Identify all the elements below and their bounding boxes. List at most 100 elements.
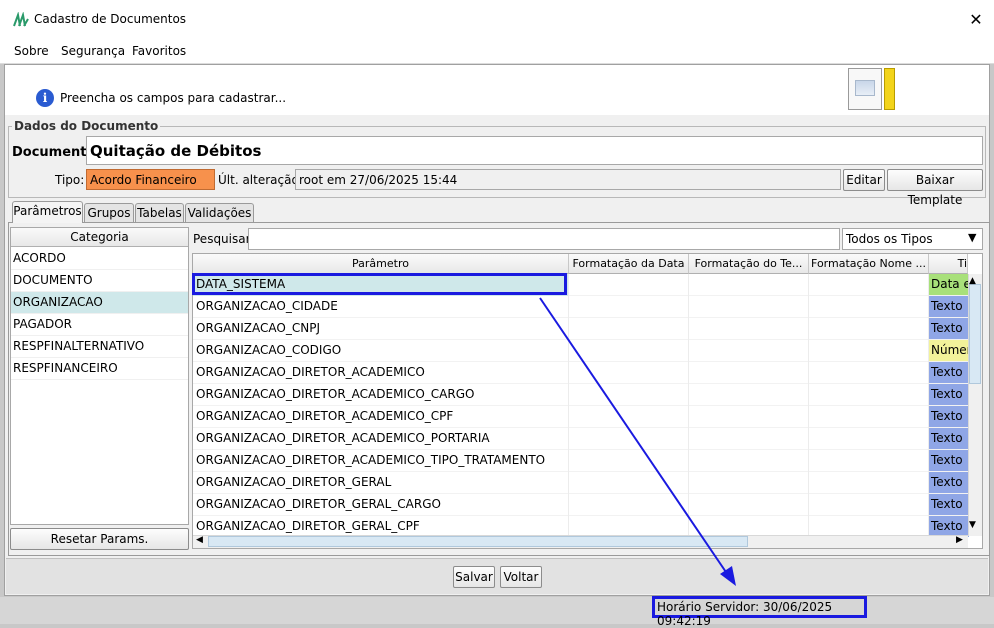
cell-formatacao-nome[interactable] [809, 362, 929, 384]
cell-parametro[interactable]: ORGANIZACAO_DIRETOR_ACADEMICO_PORTARIA [193, 428, 569, 450]
menu-favoritos[interactable]: Favoritos [132, 44, 186, 58]
cell-formatacao-nome[interactable] [809, 384, 929, 406]
cell-tipo[interactable]: Data e [929, 274, 969, 295]
cell-formatacao-nome[interactable] [809, 318, 929, 340]
table-row[interactable]: ORGANIZACAO_DIRETOR_GERAL Texto [193, 472, 969, 494]
scroll-left-icon[interactable]: ◀ [196, 535, 203, 545]
cell-formatacao-texto[interactable] [689, 340, 809, 362]
tab-grupos[interactable]: Grupos [84, 203, 134, 222]
cell-formatacao-data[interactable] [569, 274, 689, 296]
tab-parametros[interactable]: Parâmetros [12, 201, 83, 223]
cell-formatacao-nome[interactable] [809, 296, 929, 318]
cell-tipo[interactable]: Texto [929, 494, 969, 515]
cell-parametro[interactable]: ORGANIZACAO_DIRETOR_GERAL_CARGO [193, 494, 569, 516]
cell-formatacao-data[interactable] [569, 340, 689, 362]
table-row[interactable]: ORGANIZACAO_DIRETOR_ACADEMICO_TIPO_TRATA… [193, 450, 969, 472]
cell-parametro[interactable]: ORGANIZACAO_DIRETOR_ACADEMICO_CARGO [193, 384, 569, 406]
cell-tipo[interactable]: Númer [929, 340, 969, 361]
type-filter-select[interactable]: Todos os Tipos [842, 228, 983, 250]
cell-formatacao-nome[interactable] [809, 472, 929, 494]
tab-tabelas[interactable]: Tabelas [135, 203, 184, 222]
cell-formatacao-data[interactable] [569, 494, 689, 516]
cell-formatacao-nome[interactable] [809, 494, 929, 516]
table-row[interactable]: ORGANIZACAO_DIRETOR_ACADEMICO_CPF Texto [193, 406, 969, 428]
horizontal-scroll-thumb[interactable] [208, 536, 748, 547]
cell-formatacao-texto[interactable] [689, 384, 809, 406]
close-icon[interactable]: ✕ [964, 8, 988, 32]
cell-tipo[interactable]: Texto [929, 362, 969, 383]
cell-formatacao-texto[interactable] [689, 362, 809, 384]
cell-tipo[interactable]: Texto [929, 428, 969, 449]
table-row[interactable]: ORGANIZACAO_CNPJ Texto [193, 318, 969, 340]
cell-formatacao-texto[interactable] [689, 450, 809, 472]
table-row[interactable]: ORGANIZACAO_DIRETOR_GERAL_CARGO Texto [193, 494, 969, 516]
cell-formatacao-data[interactable] [569, 472, 689, 494]
table-row[interactable]: ORGANIZACAO_CIDADE Texto [193, 296, 969, 318]
menu-seguranca[interactable]: Segurança [61, 44, 125, 58]
cell-formatacao-texto[interactable] [689, 428, 809, 450]
cell-parametro[interactable]: ORGANIZACAO_CODIGO [193, 340, 569, 362]
cell-formatacao-data[interactable] [569, 428, 689, 450]
cell-tipo[interactable]: Texto [929, 296, 969, 317]
cell-formatacao-nome[interactable] [809, 450, 929, 472]
cell-formatacao-texto[interactable] [689, 406, 809, 428]
cell-tipo[interactable]: Texto [929, 472, 969, 493]
category-item-pagador[interactable]: PAGADOR [11, 314, 188, 336]
voltar-button[interactable]: Voltar [500, 566, 542, 588]
column-header-formatacao-nome[interactable]: Formatação Nome ... [809, 254, 929, 274]
baixar-template-button[interactable]: Baixar Template [887, 169, 983, 207]
cell-formatacao-data[interactable] [569, 450, 689, 472]
tipo-field[interactable]: Acordo Financeiro [86, 169, 215, 190]
category-item-documento[interactable]: DOCUMENTO [11, 270, 188, 292]
cell-formatacao-texto[interactable] [689, 318, 809, 340]
cell-tipo[interactable]: Texto [929, 450, 969, 471]
category-item-acordo[interactable]: ACORDO [11, 248, 188, 270]
cell-formatacao-data[interactable] [569, 318, 689, 340]
salvar-button[interactable]: Salvar [453, 566, 495, 588]
editar-button[interactable]: Editar [843, 169, 885, 191]
cell-formatacao-data[interactable] [569, 362, 689, 384]
cell-formatacao-texto[interactable] [689, 296, 809, 318]
cell-formatacao-nome[interactable] [809, 406, 929, 428]
category-item-respfinalternativo[interactable]: RESPFINALTERNATIVO [11, 336, 188, 358]
menu-sobre[interactable]: Sobre [14, 44, 49, 58]
cell-formatacao-nome[interactable] [809, 340, 929, 362]
tab-validacoes[interactable]: Validações [185, 203, 254, 222]
column-header-parametro[interactable]: Parâmetro [193, 254, 569, 274]
cell-parametro[interactable]: ORGANIZACAO_DIRETOR_ACADEMICO_TIPO_TRATA… [193, 450, 569, 472]
cell-tipo[interactable]: Texto [929, 384, 969, 405]
scroll-right-icon[interactable]: ▶ [956, 535, 963, 545]
cell-tipo[interactable]: Texto [929, 406, 969, 427]
documento-field[interactable]: Quitação de Débitos [86, 136, 983, 165]
search-input[interactable] [248, 228, 840, 250]
category-item-organizacao[interactable]: ORGANIZACAO [11, 292, 188, 314]
column-header-formatacao-data[interactable]: Formatação da Data [569, 254, 689, 274]
table-row[interactable]: ORGANIZACAO_DIRETOR_ACADEMICO_CARGO Texto [193, 384, 969, 406]
cell-parametro[interactable]: ORGANIZACAO_CIDADE [193, 296, 569, 318]
cell-formatacao-data[interactable] [569, 384, 689, 406]
scroll-up-icon[interactable]: ▲ [969, 276, 976, 286]
cell-formatacao-nome[interactable] [809, 274, 929, 296]
category-item-respfinanceiro[interactable]: RESPFINANCEIRO [11, 358, 188, 380]
preview-side-tab[interactable] [884, 68, 895, 110]
cell-parametro[interactable]: ORGANIZACAO_DIRETOR_GERAL [193, 472, 569, 494]
vertical-scroll-thumb[interactable] [969, 284, 981, 384]
chevron-down-icon[interactable]: ▼ [968, 231, 976, 244]
resetar-params-button[interactable]: Resetar Params. [10, 528, 189, 550]
table-row[interactable]: ORGANIZACAO_DIRETOR_ACADEMICO Texto [193, 362, 969, 384]
table-row[interactable]: ORGANIZACAO_CODIGO Númer [193, 340, 969, 362]
cell-parametro[interactable]: ORGANIZACAO_CNPJ [193, 318, 569, 340]
scroll-down-icon[interactable]: ▼ [969, 520, 976, 530]
table-row[interactable]: ORGANIZACAO_DIRETOR_ACADEMICO_PORTARIA Te… [193, 428, 969, 450]
column-header-tipo[interactable]: Ti [929, 254, 968, 274]
cell-formatacao-nome[interactable] [809, 428, 929, 450]
cell-formatacao-texto[interactable] [689, 494, 809, 516]
cell-formatacao-texto[interactable] [689, 472, 809, 494]
cell-formatacao-texto[interactable] [689, 274, 809, 296]
cell-formatacao-data[interactable] [569, 406, 689, 428]
cell-tipo[interactable]: Texto [929, 318, 969, 339]
cell-parametro[interactable]: ORGANIZACAO_DIRETOR_ACADEMICO [193, 362, 569, 384]
column-header-formatacao-texto[interactable]: Formatação do Te... [689, 254, 809, 274]
cell-formatacao-data[interactable] [569, 296, 689, 318]
cell-tipo[interactable]: Texto [929, 516, 969, 537]
